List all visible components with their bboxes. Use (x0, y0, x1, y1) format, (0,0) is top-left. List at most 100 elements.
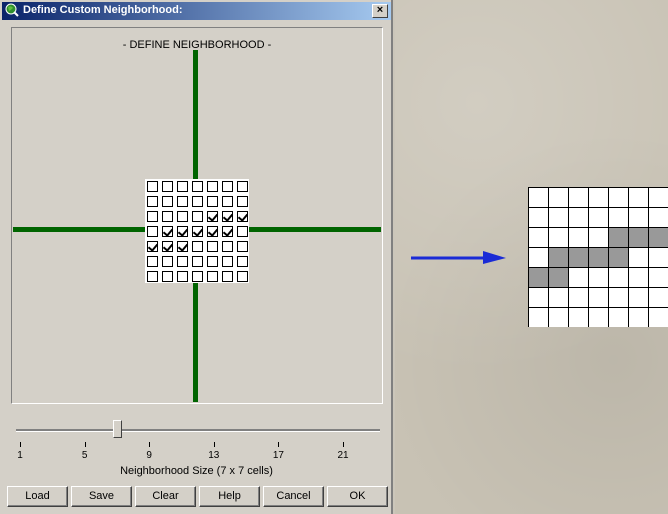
slider-tick (149, 442, 151, 447)
neighborhood-cell-checkbox[interactable] (162, 256, 173, 267)
neighborhood-cell-checkbox[interactable] (192, 241, 203, 252)
result-grid-cell (589, 288, 608, 307)
cancel-button[interactable]: Cancel (263, 486, 324, 507)
neighborhood-cell-checkbox[interactable] (222, 271, 233, 282)
neighborhood-cell-checkbox[interactable] (162, 196, 173, 207)
result-grid-cell (569, 188, 588, 207)
close-button[interactable]: × (372, 4, 388, 18)
result-neighborhood-grid (528, 187, 668, 327)
neighborhood-canvas: - DEFINE NEIGHBORHOOD - (11, 27, 383, 404)
neighborhood-cell-checkbox[interactable] (192, 271, 203, 282)
load-button[interactable]: Load (7, 486, 68, 507)
result-grid-cell (629, 288, 648, 307)
neighborhood-cell-checkbox[interactable] (207, 211, 218, 222)
neighborhood-cell-checkbox[interactable] (207, 226, 218, 237)
neighborhood-cell-checkbox[interactable] (222, 211, 233, 222)
neighborhood-cell-checkbox[interactable] (237, 226, 248, 237)
neighborhood-cell-checkbox[interactable] (222, 181, 233, 192)
neighborhood-cell-checkbox[interactable] (147, 256, 158, 267)
result-grid-cell (529, 248, 548, 267)
neighborhood-cell-checkbox[interactable] (177, 226, 188, 237)
neighborhood-cell-checkbox[interactable] (222, 241, 233, 252)
result-grid-cell (549, 228, 568, 247)
result-grid-cell (549, 268, 568, 287)
result-grid-cell (569, 248, 588, 267)
neighborhood-cell-checkbox[interactable] (177, 196, 188, 207)
slider-tick (278, 442, 280, 447)
result-grid-cell (589, 188, 608, 207)
result-grid-cell (589, 208, 608, 227)
result-grid-cell (609, 268, 628, 287)
result-grid-cell (569, 268, 588, 287)
neighborhood-cell-checkbox[interactable] (162, 181, 173, 192)
neighborhood-cell-checkbox[interactable] (237, 196, 248, 207)
result-grid-cell (609, 248, 628, 267)
neighborhood-cell-checkbox[interactable] (237, 211, 248, 222)
neighborhood-size-slider-thumb[interactable] (112, 420, 122, 438)
neighborhood-cell-checkbox[interactable] (177, 271, 188, 282)
neighborhood-cell-checkbox[interactable] (237, 181, 248, 192)
result-grid-cell (629, 308, 648, 327)
result-grid-cell (629, 188, 648, 207)
result-grid-cell (549, 308, 568, 327)
slider-tick (20, 442, 21, 447)
result-grid-cell (569, 228, 588, 247)
neighborhood-size-label: Neighborhood Size (7 x 7 cells) (120, 465, 273, 477)
slider-tick (84, 442, 86, 447)
result-grid-cell (529, 228, 548, 247)
result-grid-cell (609, 288, 628, 307)
neighborhood-cell-checkbox[interactable] (162, 241, 173, 252)
neighborhood-cell-checkbox[interactable] (147, 211, 158, 222)
neighborhood-cell-checkbox[interactable] (147, 181, 158, 192)
neighborhood-cell-checkbox[interactable] (207, 196, 218, 207)
neighborhood-cell-checkbox[interactable] (237, 256, 248, 267)
slider-tick (213, 442, 215, 447)
neighborhood-cell-checkbox[interactable] (192, 181, 203, 192)
result-grid-cell (649, 268, 668, 287)
neighborhood-checkbox-grid (145, 179, 249, 283)
neighborhood-cell-checkbox[interactable] (192, 211, 203, 222)
title-bar[interactable]: Define Custom Neighborhood: × (2, 2, 391, 20)
button-bar: Load Save Clear Help Cancel OK (7, 486, 388, 508)
neighborhood-cell-checkbox[interactable] (147, 271, 158, 282)
neighborhood-cell-checkbox[interactable] (147, 196, 158, 207)
neighborhood-cell-checkbox[interactable] (192, 226, 203, 237)
neighborhood-cell-checkbox[interactable] (237, 241, 248, 252)
result-grid-cell (629, 248, 648, 267)
neighborhood-cell-checkbox[interactable] (207, 271, 218, 282)
result-grid-cell (549, 208, 568, 227)
result-grid-cell (529, 288, 548, 307)
neighborhood-size-slider-track[interactable] (16, 429, 380, 432)
neighborhood-cell-checkbox[interactable] (162, 271, 173, 282)
neighborhood-cell-checkbox[interactable] (177, 241, 188, 252)
neighborhood-cell-checkbox[interactable] (162, 211, 173, 222)
neighborhood-cell-checkbox[interactable] (237, 271, 248, 282)
clear-button[interactable]: Clear (135, 486, 196, 507)
neighborhood-cell-checkbox[interactable] (162, 226, 173, 237)
neighborhood-cell-checkbox[interactable] (192, 196, 203, 207)
result-grid-cell (649, 228, 668, 247)
save-button[interactable]: Save (71, 486, 132, 507)
slider-tick-label: 21 (337, 450, 349, 461)
result-grid-cell (649, 248, 668, 267)
neighborhood-cell-checkbox[interactable] (222, 256, 233, 267)
ok-button[interactable]: OK (327, 486, 388, 507)
neighborhood-cell-checkbox[interactable] (207, 256, 218, 267)
neighborhood-cell-checkbox[interactable] (192, 256, 203, 267)
neighborhood-cell-checkbox[interactable] (147, 226, 158, 237)
neighborhood-cell-checkbox[interactable] (177, 211, 188, 222)
neighborhood-cell-checkbox[interactable] (207, 241, 218, 252)
neighborhood-cell-checkbox[interactable] (147, 241, 158, 252)
result-grid-cell (629, 208, 648, 227)
neighborhood-cell-checkbox[interactable] (222, 196, 233, 207)
result-grid-cell (589, 308, 608, 327)
slider-tick-label: 17 (272, 450, 284, 461)
neighborhood-cell-checkbox[interactable] (207, 181, 218, 192)
help-button[interactable]: Help (199, 486, 260, 507)
neighborhood-cell-checkbox[interactable] (222, 226, 233, 237)
app-globe-icon (5, 3, 19, 17)
neighborhood-cell-checkbox[interactable] (177, 181, 188, 192)
result-grid-cell (609, 188, 628, 207)
neighborhood-cell-checkbox[interactable] (177, 256, 188, 267)
result-grid-cell (589, 268, 608, 287)
